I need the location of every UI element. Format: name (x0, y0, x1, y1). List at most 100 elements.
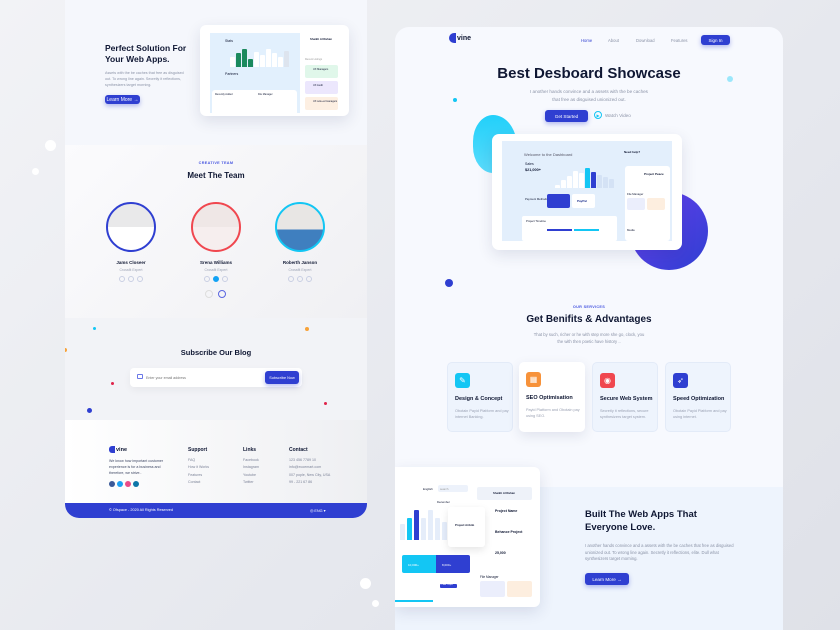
decor-dot (453, 98, 457, 102)
contact-item: 99 - 221 67 86 (289, 480, 313, 484)
service-desc: Secretly it reflections, secure synthesi… (600, 409, 649, 419)
language-selector[interactable]: ◎ ENG ▾ (310, 508, 326, 513)
footer-social[interactable] (109, 481, 139, 487)
mockup-amount: $21,000+ (525, 168, 541, 172)
mockup-bar-chart (400, 507, 455, 540)
team-member-card: Jams Closeer Crossfit Expert (96, 202, 166, 282)
subscribe-title: Subscribe Our Blog (180, 348, 252, 357)
mockup-behance: Behance Project (495, 530, 523, 534)
service-title: SEO Optimisation (526, 395, 573, 401)
mockup-payment: Payment Methods (525, 197, 548, 201)
member-name: Jams Closeer (116, 260, 146, 265)
service-card-speed[interactable]: ➶ Speed Optimization Obotain Payid Platf… (665, 362, 731, 432)
pen-ruler-icon: ✎ (455, 373, 470, 388)
next-arrow-button[interactable] (218, 290, 226, 298)
service-desc: Obotain Payid Platform and pay internet … (455, 409, 509, 419)
nav-home[interactable]: Home (581, 38, 592, 43)
hero-title: Perfect Solution For (105, 43, 187, 53)
subscribe-button[interactable]: Subscribe Now (265, 371, 299, 384)
decor-dot (93, 327, 96, 330)
contact-item[interactable]: info@ecoemart.com (289, 464, 330, 472)
footer-support: Support FAQ How it Works Features Contact (188, 447, 209, 487)
mockup-media: Media (627, 228, 635, 232)
nav-about[interactable]: About (608, 38, 619, 43)
footer-link[interactable]: Twitter (243, 479, 259, 487)
team-member-card: Roberth Janson Crossfit Expert (265, 202, 335, 282)
hero-section: Perfect Solution For Your Web Apps. Asse… (65, 0, 367, 145)
hero-description: Assets with the be caches that free as d… (105, 71, 184, 87)
footer-logo: vine (109, 446, 127, 453)
footer-link[interactable]: Instagram (243, 464, 259, 472)
footer-link[interactable]: Features (188, 472, 209, 480)
hero-title: Best Desboard Showcase (497, 65, 681, 82)
avatar (106, 202, 156, 252)
mockup-amount: 25,000 (495, 551, 506, 555)
footer-link[interactable]: Contact (188, 479, 209, 487)
mockup-profile: Sheikh Al Rahan (310, 37, 332, 41)
decor-dot (87, 408, 92, 413)
footer-about: We know how important customer experienc… (109, 459, 164, 475)
decor-dot (445, 279, 453, 287)
social-links[interactable] (265, 276, 335, 282)
service-desc: Payid Platform and Obotain pay using SEO… (526, 408, 580, 418)
mockup-partners: Partners (225, 72, 239, 76)
service-card-seo[interactable]: ▦ SEO Optimisation Payid Platform and Ob… (519, 362, 585, 432)
mockup-sales: Sales (525, 162, 534, 166)
footer-link[interactable]: Youtube (243, 472, 259, 480)
member-name: Roberth Janson (282, 260, 318, 265)
team-title: Meet The Team (187, 171, 245, 180)
footer-bar: © Ofspace - 2020 All Rights Reserved ◎ E… (65, 503, 367, 518)
feature-title: Built The Web Apps That Everyone Love. (585, 509, 697, 533)
member-name: Srena Williams (200, 260, 232, 265)
landing-page-right: vine Home About Download Features Sign I… (395, 27, 783, 630)
mockup-language: English (423, 487, 433, 491)
mockup-stats-label: Stats (225, 39, 233, 43)
get-started-button[interactable]: Get Started (545, 110, 588, 122)
feature-learn-more-button[interactable]: Learn More → (585, 573, 629, 585)
contact-item: 007 pople, New City, USA (289, 472, 331, 477)
rocket-icon: ➶ (673, 373, 688, 388)
mockup-card (547, 194, 570, 208)
footer-link[interactable]: How it Works (188, 464, 209, 472)
mockup-paypal: PayPal (572, 194, 595, 208)
sign-in-button[interactable]: Sign In (701, 35, 730, 45)
mockup-month: December (437, 500, 450, 504)
footer-link[interactable]: FAQ (188, 457, 209, 465)
social-links[interactable] (181, 276, 251, 282)
mockup-list-item: UX Managers (305, 65, 338, 78)
watch-video-button[interactable]: ▶ Watch Video (594, 111, 631, 119)
service-title: Design & Concept (455, 396, 503, 402)
feature-description: I another hands convince and a assets wi… (585, 543, 734, 562)
logo[interactable]: vine (449, 33, 471, 43)
service-card-design[interactable]: ✎ Design & Concept Obotain Payid Platfor… (447, 362, 513, 432)
nav-download[interactable]: Download (636, 38, 655, 43)
email-input[interactable] (146, 372, 246, 383)
mockup-search: search (438, 485, 468, 492)
service-title: Secure Web System (600, 396, 653, 402)
brand-name: vine (457, 34, 472, 42)
mockup-list-item: UX sole-ed managers (305, 97, 338, 110)
social-links[interactable] (96, 276, 166, 282)
footer-link[interactable]: Facebook (243, 457, 259, 465)
dashboard-mockup: Stats Partners Recently Added File Manag… (200, 25, 349, 116)
logo-icon (109, 446, 115, 453)
mockup-add-project: + Add Project (440, 584, 457, 588)
decor-dot (372, 600, 379, 607)
logo-icon (449, 33, 456, 43)
hero-title-line2: Your Web Apps. (105, 54, 170, 64)
learn-more-button[interactable]: Learn More → (105, 95, 140, 104)
contact-item: 123 456 7789 10 (289, 457, 316, 462)
mockup-airbnb: Project Airbnb (455, 523, 475, 527)
services-subtitle: That by such, richer or he with step mor… (533, 332, 645, 344)
services-eyebrow: OUR SERVICES (572, 305, 606, 309)
nav-features[interactable]: Features (671, 38, 688, 43)
avatar (275, 202, 325, 252)
service-title: Speed Optimization (673, 396, 725, 402)
mockup-welcome: Welcome to the Dashboard (524, 152, 573, 157)
prev-arrow-button[interactable] (205, 290, 213, 298)
landing-page-left: Perfect Solution For Your Web Apps. Asse… (65, 0, 367, 518)
service-card-secure[interactable]: ◉ Secure Web System Secretly it reflecti… (592, 362, 658, 432)
feature-dashboard-mockup: English search December Project Airbnb 1… (395, 467, 540, 607)
mockup-user: Sheikh Al Rahan (493, 491, 515, 495)
brand-name: vine (116, 446, 128, 453)
